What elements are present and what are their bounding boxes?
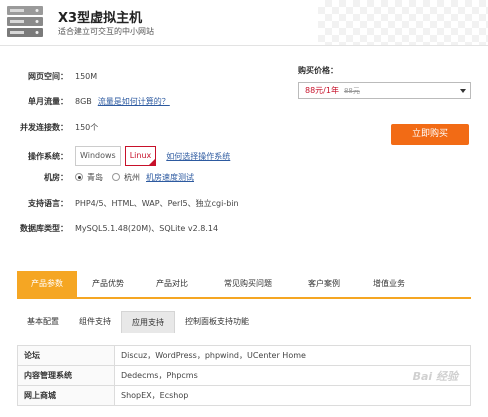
header-pattern <box>318 0 488 45</box>
table-row: 论坛 Discuz，WordPress，phpwind，UCenter Home <box>17 345 471 366</box>
application-table: 论坛 Discuz，WordPress，phpwind，UCenter Home… <box>17 345 471 406</box>
chevron-down-icon <box>460 89 466 93</box>
speed-test-link[interactable]: 机房速度测试 <box>146 172 194 183</box>
os-option-windows[interactable]: Windows <box>75 146 121 166</box>
table-key: 内容管理系统 <box>17 365 115 386</box>
radio-hangzhou[interactable] <box>112 173 120 181</box>
subtab-control-panel[interactable]: 控制面板支持功能 <box>175 311 259 333</box>
buy-now-button[interactable]: 立即购买 <box>391 124 469 145</box>
spec-database: 数据库类型： MySQL5.1.48(20M)、SQLite v2.8.14 <box>0 221 218 235</box>
subtab-components[interactable]: 组件支持 <box>69 311 121 333</box>
table-value: ShopEX，Ecshop <box>114 385 471 406</box>
subtab-applications[interactable]: 应用支持 <box>121 311 175 333</box>
tab-purchase-faq[interactable]: 常见购买问题 <box>205 271 291 297</box>
spec-label: 机房： <box>44 172 68 182</box>
os-option-linux[interactable]: Linux <box>124 146 157 166</box>
radio-label-hangzhou: 杭州 <box>124 172 140 182</box>
spec-value: 8GB <box>75 96 92 106</box>
spec-label: 数据库类型： <box>20 223 68 233</box>
sub-tabs: 基本配置 组件支持 应用支持 控制面板支持功能 <box>17 311 471 333</box>
product-header: X3型虚拟主机 适合建立可交互的中小网站 <box>0 0 488 46</box>
traffic-help-link[interactable]: 流量是如何计算的？ <box>98 96 170 107</box>
spec-label: 单月流量： <box>28 96 68 106</box>
product-title: X3型虚拟主机 <box>58 11 143 26</box>
table-row: 内容管理系统 Dedecms，Phpcms <box>17 365 471 386</box>
tab-value-added[interactable]: 增值业务 <box>357 271 421 297</box>
tab-product-compare[interactable]: 产品对比 <box>139 271 205 297</box>
product-subtitle: 适合建立可交互的中小网站 <box>58 27 154 36</box>
table-value: Dedecms，Phpcms <box>114 365 471 386</box>
spec-languages: 支持语言： PHP4/5、HTML、WAP、Perl5、独立cgi-bin <box>0 196 239 210</box>
spec-label: 支持语言： <box>28 198 68 208</box>
price-select[interactable]: 88元/1年 88元 <box>298 82 471 99</box>
price-value: 88元/1年 <box>305 86 339 95</box>
table-value: Discuz，WordPress，phpwind，UCenter Home <box>114 345 471 366</box>
product-tabs: 产品参数 产品优势 产品对比 常见购买问题 客户案例 增值业务 <box>17 271 471 299</box>
table-key: 网上商城 <box>17 385 115 406</box>
tab-customer-cases[interactable]: 客户案例 <box>291 271 357 297</box>
spec-os: 操作系统： Windows Linux 如何选择操作系统 <box>0 145 230 167</box>
subtab-basic-config[interactable]: 基本配置 <box>17 311 69 333</box>
tab-product-advantages[interactable]: 产品优势 <box>77 271 139 297</box>
table-key: 论坛 <box>17 345 115 366</box>
spec-label: 网页空间： <box>28 71 68 81</box>
table-row: 网上商城 ShopEX，Ecshop <box>17 385 471 406</box>
spec-connections: 并发连接数： 150个 <box>0 120 98 134</box>
spec-label: 并发连接数： <box>20 122 68 132</box>
spec-value: 150M <box>75 71 98 81</box>
purchase-label: 购买价格： <box>298 66 338 75</box>
spec-datacenter: 机房： 青岛 杭州 机房速度测试 <box>0 170 194 184</box>
spec-panel: 网页空间： 150M 单月流量： 8GB 流量是如何计算的？ 并发连接数： 15… <box>0 46 488 256</box>
spec-web-space: 网页空间： 150M <box>0 69 97 83</box>
radio-qingdao[interactable] <box>75 173 83 181</box>
spec-label: 操作系统： <box>28 151 68 161</box>
spec-traffic: 单月流量： 8GB 流量是如何计算的？ <box>0 94 170 108</box>
spec-value: PHP4/5、HTML、WAP、Perl5、独立cgi-bin <box>75 198 239 208</box>
tab-product-params[interactable]: 产品参数 <box>17 271 77 297</box>
radio-label-qingdao: 青岛 <box>87 172 103 182</box>
spec-value: 150个 <box>75 122 99 132</box>
server-icon <box>7 6 43 37</box>
spec-value: MySQL5.1.48(20M)、SQLite v2.8.14 <box>75 223 219 233</box>
old-price: 88元 <box>343 86 360 95</box>
os-help-link[interactable]: 如何选择操作系统 <box>166 151 230 162</box>
